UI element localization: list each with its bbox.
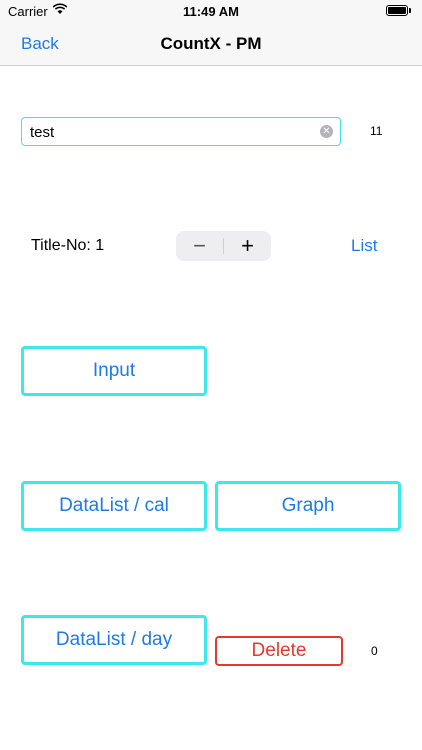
status-time: 11:49 AM xyxy=(183,4,239,19)
battery-icon xyxy=(386,5,411,16)
stepper-increment-button[interactable]: + xyxy=(224,231,271,261)
count-label: 11 xyxy=(370,124,383,138)
stepper-decrement-button[interactable]: − xyxy=(176,231,223,261)
input-button[interactable]: Input xyxy=(21,346,207,396)
clear-icon[interactable]: ✕ xyxy=(320,125,333,138)
title-number-label: Title-No: 1 xyxy=(31,237,105,254)
title-input[interactable] xyxy=(28,118,312,147)
page-title: CountX - PM xyxy=(160,34,262,53)
delete-count-label: 0 xyxy=(371,644,378,658)
delete-button[interactable]: Delete xyxy=(215,636,343,666)
datalist-day-button[interactable]: DataList / day xyxy=(21,615,207,665)
title-number-stepper: − + xyxy=(176,231,271,261)
navigation-bar: Back CountX - PM xyxy=(0,22,422,66)
datalist-cal-button[interactable]: DataList / cal xyxy=(21,481,207,531)
graph-button[interactable]: Graph xyxy=(215,481,401,531)
list-button[interactable]: List xyxy=(351,236,377,256)
title-field[interactable]: ✕ xyxy=(21,117,341,147)
status-bar: Carrier 11:49 AM xyxy=(0,0,422,22)
